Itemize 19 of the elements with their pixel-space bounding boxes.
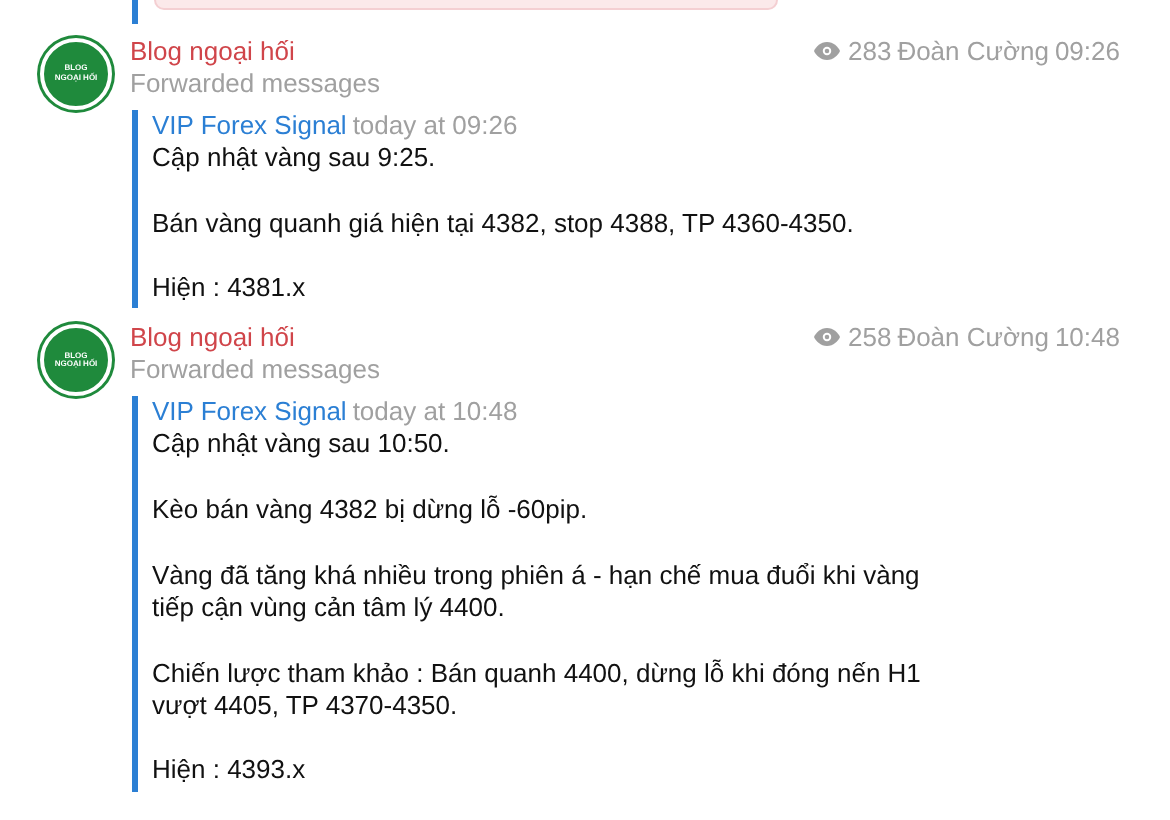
- forwarded-label: Forwarded messages: [130, 68, 380, 100]
- quote-bar: [132, 0, 138, 24]
- eye-icon: [813, 42, 840, 60]
- view-count: 258: [847, 322, 892, 353]
- source-channel[interactable]: VIP Forex Signal: [152, 110, 347, 140]
- channel-name[interactable]: Blog ngoại hối: [130, 34, 380, 68]
- forward-date: today at 09:26: [352, 110, 518, 140]
- channel-name[interactable]: Blog ngoại hối: [130, 320, 380, 355]
- message-time: 09:26: [1054, 36, 1120, 66]
- forward-date: today at 10:48: [352, 396, 518, 427]
- forwarded-label: Forwarded messages: [130, 354, 380, 387]
- eye-icon: [813, 328, 840, 347]
- source-channel[interactable]: VIP Forex Signal: [152, 396, 347, 427]
- message-text: Cập nhật vàng sau 10:50. Kèo bán vàng 4382 bị dừng lỗ -60pip. Vàng đã tăng khá nhiều trong phiên á - hạn chế mua đuổi khi vàng tiếp cận vùng cản tâm lý 4400. Chiến lược tham khảo : Bán quanh 4400, dừng lỗ khi đóng nến H1 vượt 4405, TP 4370-4350. Hiện : 4393.x: [152, 428, 923, 789]
- message-text: Cập nhật vàng sau 9:25. Bán vàng quanh giá hiện tại 4382, stop 4388, TP 4360-4350. Hiện : 4381.x: [152, 142, 856, 307]
- author-name: Đoàn Cường: [897, 36, 1049, 66]
- author-name: Đoàn Cường: [897, 322, 1049, 353]
- view-count: 283: [847, 36, 892, 66]
- message-time: 10:48: [1054, 322, 1120, 353]
